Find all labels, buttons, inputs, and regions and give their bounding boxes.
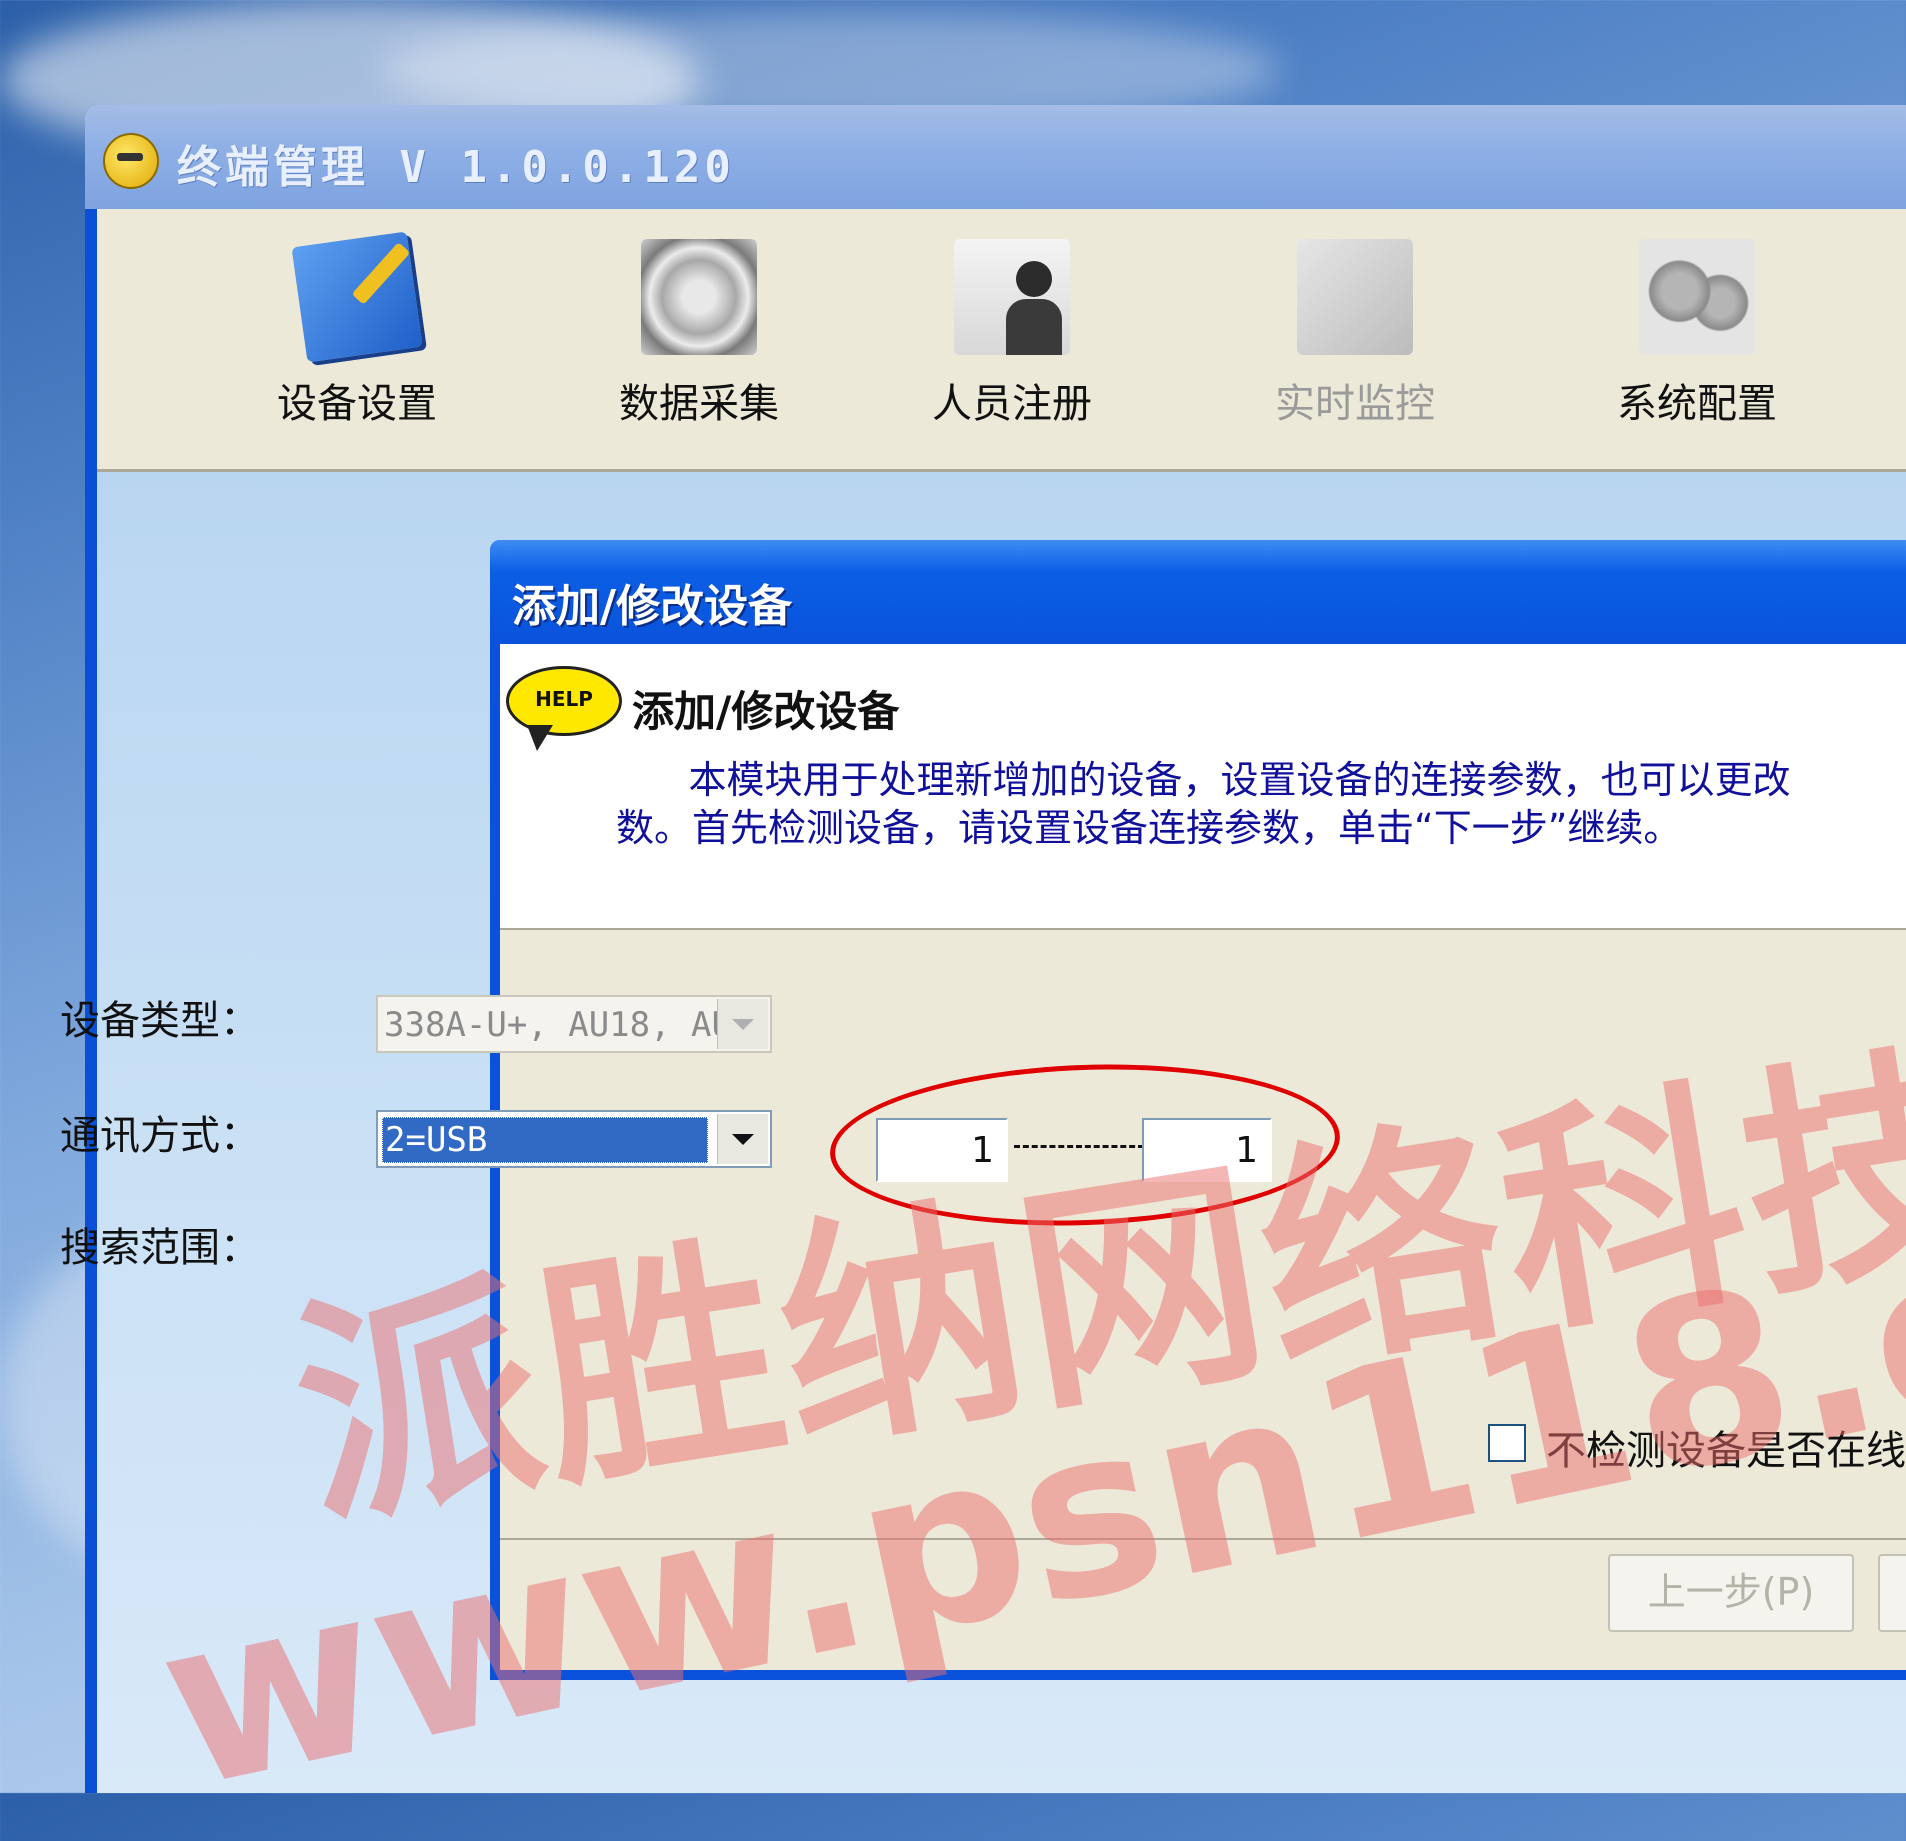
help-heading: 添加/修改设备 <box>632 687 900 736</box>
device-type-label: 设备类型： <box>60 998 260 1044</box>
toolbar-realtime-monitor[interactable]: 实时监控 <box>1255 239 1455 429</box>
window-title: 终端管理 V 1.0.0.120 <box>177 142 735 193</box>
main-toolbar: 设备设置 数据采集 人员注册 实时监控 系统配置 <box>97 209 1906 472</box>
app-logo-icon <box>103 133 159 189</box>
toolbar-label: 设备设置 <box>277 381 437 427</box>
comm-mode-label: 通讯方式： <box>60 1113 260 1159</box>
toolbar-person-register[interactable]: 人员注册 <box>912 239 1112 429</box>
toolbar-label: 实时监控 <box>1275 381 1435 427</box>
device-type-value: 338A-U+, AU18, AU <box>384 1005 732 1045</box>
system-config-icon <box>1639 239 1755 355</box>
help-line-2: 数。首先检测设备，请设置设备连接参数，单击“下一步”继续。 <box>616 806 1682 850</box>
comm-mode-value: 2=USB <box>382 1117 708 1163</box>
next-button[interactable] <box>1878 1554 1906 1632</box>
device-settings-icon <box>291 231 423 363</box>
dialog-title-bar[interactable]: 添加/修改设备 <box>490 540 1906 644</box>
title-bar[interactable]: 终端管理 V 1.0.0.120 <box>85 105 1906 209</box>
toolbar-label: 人员注册 <box>932 381 1092 427</box>
dialog-title: 添加/修改设备 <box>512 581 793 632</box>
prev-button[interactable]: 上一步(P) <box>1608 1554 1854 1632</box>
help-line-1: 本模块用于处理新增加的设备，设置设备的连接参数，也可以更改 <box>616 758 1791 802</box>
device-type-select[interactable]: 338A-U+, AU18, AU <box>376 995 772 1053</box>
person-register-icon <box>954 239 1070 355</box>
toolbar-label: 数据采集 <box>619 381 779 427</box>
help-description: 本模块用于处理新增加的设备，设置设备的连接参数，也可以更改 数。首先检测设备，请… <box>616 756 1906 852</box>
help-panel: HELP 添加/修改设备 本模块用于处理新增加的设备，设置设备的连接参数，也可以… <box>500 644 1906 930</box>
search-range-label: 搜索范围： <box>60 1225 260 1271</box>
toolbar-system-config[interactable]: 系统配置 <box>1597 239 1797 429</box>
toolbar-data-collection[interactable]: 数据采集 <box>599 239 799 429</box>
realtime-monitor-icon <box>1297 239 1413 355</box>
help-bubble-icon: HELP <box>506 666 622 751</box>
toolbar-device-settings[interactable]: 设备设置 <box>257 231 457 429</box>
data-collection-icon <box>641 239 757 355</box>
chevron-down-icon[interactable] <box>717 999 768 1049</box>
toolbar-label: 系统配置 <box>1617 381 1777 427</box>
